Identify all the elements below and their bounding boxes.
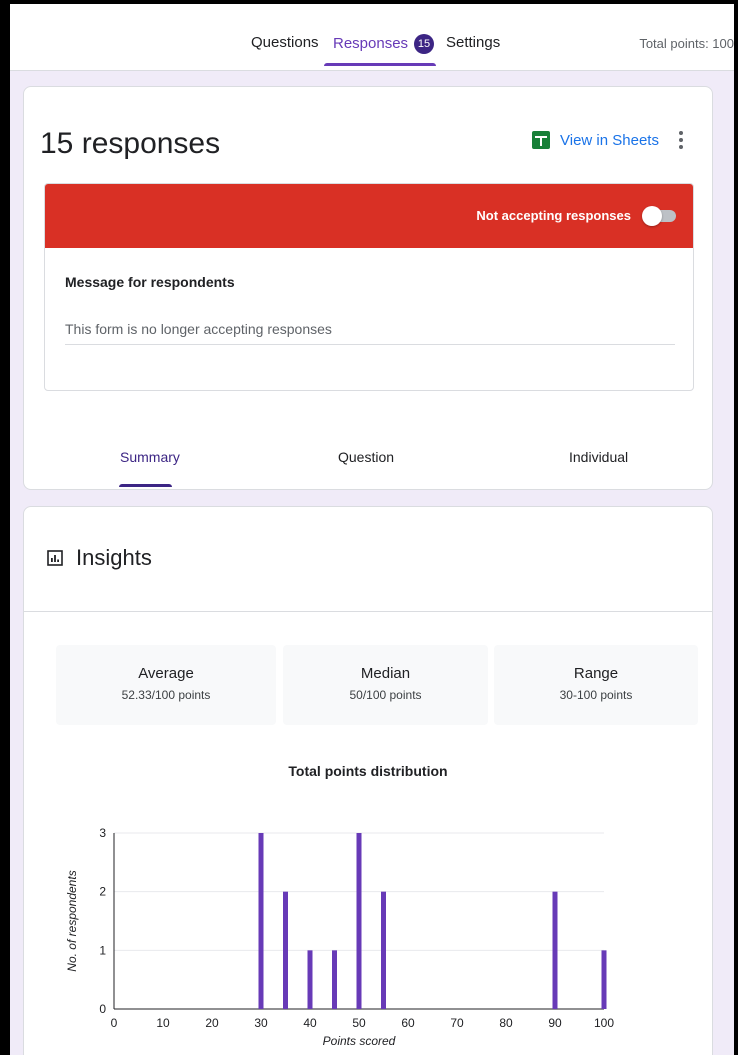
- accepting-responses-panel: Not accepting responses Message for resp…: [44, 183, 694, 391]
- insights-chart-icon: [47, 550, 63, 566]
- tab-responses-label: Responses: [333, 35, 409, 52]
- y-axis-label: No. of respondents: [65, 870, 79, 971]
- active-tab-indicator: [324, 63, 436, 66]
- chart-title: Total points distribution: [288, 763, 448, 779]
- x-tick-label: 50: [352, 1016, 366, 1030]
- x-tick-label: 100: [594, 1016, 614, 1030]
- range-label: Range: [573, 665, 619, 682]
- chart-bar: [258, 833, 264, 1009]
- x-tick-label: 10: [156, 1016, 170, 1030]
- responses-card: 15 responses View in Sheets Not acceptin…: [23, 86, 713, 490]
- view-in-sheets-button[interactable]: View in Sheets: [532, 131, 659, 149]
- range-stat-box: Range 30-100 points: [494, 645, 698, 725]
- median-stat-box: Median 50/100 points: [283, 645, 488, 725]
- average-value: 52.33/100 points: [121, 688, 211, 702]
- toggle-thumb: [642, 206, 662, 226]
- tab-questions[interactable]: Questions: [251, 34, 319, 51]
- x-tick-label: 80: [499, 1016, 513, 1030]
- responses-count-badge: 15: [414, 34, 435, 54]
- chart-bar: [356, 833, 362, 1009]
- x-tick-label: 30: [254, 1016, 268, 1030]
- not-accepting-label: Not accepting responses: [476, 208, 631, 223]
- x-tick-label: 90: [548, 1016, 562, 1030]
- subtab-individual[interactable]: Individual: [569, 449, 628, 465]
- average-label: Average: [138, 665, 194, 682]
- x-tick-label: 20: [205, 1016, 219, 1030]
- median-label: Median: [360, 665, 411, 682]
- x-tick-label: 0: [111, 1016, 118, 1030]
- insights-header: Insights: [24, 507, 712, 612]
- points-distribution-chart: 01230 10 20 30 40 50 60 70 80 90 100Points scoredN…: [65, 826, 614, 1048]
- subtab-summary[interactable]: Summary: [120, 449, 180, 465]
- responses-count-title: 15 responses: [40, 127, 221, 160]
- accepting-responses-toggle[interactable]: [642, 206, 676, 226]
- insights-card: Insights Average 52.33/100 points Median…: [23, 506, 713, 1055]
- subtab-question[interactable]: Question: [338, 449, 394, 465]
- x-tick-label: 70: [450, 1016, 464, 1030]
- chart-bar: [332, 950, 337, 1009]
- chart-bar: [601, 950, 607, 1009]
- not-accepting-banner: Not accepting responses: [45, 184, 693, 248]
- chart-bar: [283, 891, 288, 1009]
- top-tab-bar: Questions Responses 15 Settings Total poi…: [10, 4, 734, 71]
- tab-responses[interactable]: Responses 15: [333, 34, 435, 54]
- forms-window: Questions Responses 15 Settings Total poi…: [10, 4, 734, 1055]
- summary-tab-indicator: [119, 484, 172, 487]
- average-stat-box: Average 52.33/100 points: [56, 645, 276, 725]
- sheets-icon: [532, 131, 550, 149]
- total-points-label: Total points: 100: [639, 36, 734, 51]
- view-in-sheets-label: View in Sheets: [560, 131, 659, 149]
- chart-bar: [381, 891, 386, 1009]
- y-tick-label: 1: [99, 943, 106, 957]
- range-value: 30-100 points: [559, 688, 633, 702]
- message-for-respondents-input[interactable]: [65, 314, 675, 345]
- y-tick-label: 2: [99, 885, 106, 899]
- more-options-icon[interactable]: [677, 131, 685, 153]
- chart-bar: [307, 950, 313, 1009]
- median-value: 50/100 points: [349, 688, 422, 702]
- x-axis-label: Points scored: [323, 1034, 396, 1048]
- y-tick-label: 3: [99, 826, 106, 840]
- y-tick-label: 0: [99, 1002, 106, 1016]
- x-tick-label: 40: [303, 1016, 317, 1030]
- x-tick-label: 60: [401, 1016, 415, 1030]
- chart-bar: [552, 891, 558, 1009]
- message-for-respondents-label: Message for respondents: [65, 274, 235, 290]
- tab-settings[interactable]: Settings: [446, 34, 500, 51]
- insights-title: Insights: [76, 545, 152, 570]
